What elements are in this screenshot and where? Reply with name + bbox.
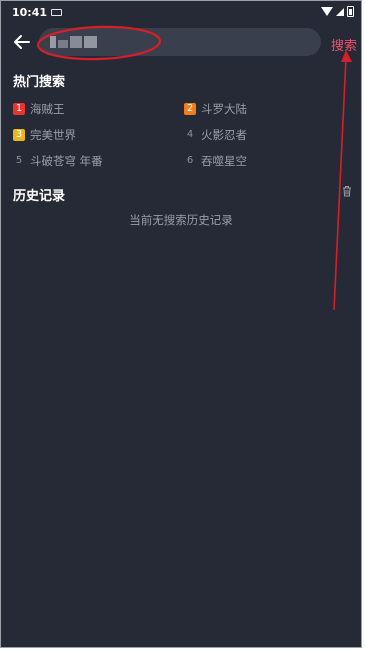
rank-number: 4 (186, 129, 194, 140)
trash-icon[interactable] (342, 185, 352, 197)
history-title: 历史记录 (13, 189, 66, 204)
hot-search-label: 斗罗大陆 (201, 102, 247, 116)
app-screen: 10:41 搜索 热门搜索 1 海贼王 2 斗罗大陆 3 完美世界 4 火影忍者… (0, 0, 362, 648)
hot-search-label: 完美世界 (30, 128, 76, 142)
sim-card-icon (51, 9, 62, 16)
hot-search-item[interactable]: 4 火影忍者 (184, 127, 247, 143)
battery-icon (347, 6, 354, 17)
rank-badge: 2 (184, 103, 196, 115)
rank-badge: 1 (13, 103, 25, 115)
status-time: 10:41 (12, 6, 48, 19)
hot-search-label: 火影忍者 (201, 128, 247, 142)
hot-search-title: 热门搜索 (13, 75, 66, 90)
search-box[interactable] (39, 28, 321, 56)
status-bar: 10:41 (1, 1, 361, 23)
hot-search-item[interactable]: 3 完美世界 (13, 127, 76, 143)
wifi-icon (321, 7, 333, 16)
hot-search-label: 斗破苍穹 年番 (30, 154, 103, 168)
hot-search-item[interactable]: 5 斗破苍穹 年番 (13, 153, 103, 169)
search-button[interactable]: 搜索 (331, 35, 357, 54)
search-text-redacted (50, 36, 98, 48)
hot-search-label: 海贼王 (30, 102, 65, 116)
hot-search-label: 吞噬星空 (201, 154, 247, 168)
hot-search-item[interactable]: 2 斗罗大陆 (184, 101, 247, 117)
rank-number: 6 (186, 155, 194, 166)
status-icons (321, 6, 354, 17)
rank-number: 5 (15, 155, 23, 166)
hot-search-item[interactable]: 6 吞噬星空 (184, 153, 247, 169)
back-arrow-icon[interactable] (11, 31, 33, 53)
rank-badge: 3 (13, 129, 25, 141)
cell-signal-icon (336, 7, 344, 16)
hot-search-item[interactable]: 1 海贼王 (13, 101, 65, 117)
history-empty-text: 当前无搜索历史记录 (129, 213, 233, 227)
